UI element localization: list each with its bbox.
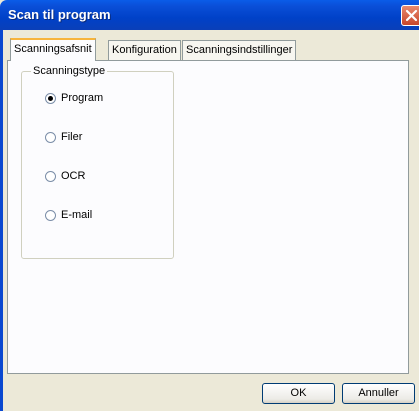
- cancel-button[interactable]: Annuller: [342, 383, 415, 404]
- tab-label: Konfiguration: [112, 44, 177, 56]
- title-bar[interactable]: Scan til program: [0, 0, 419, 30]
- scan-type-legend: Scanningstype: [31, 65, 108, 78]
- radio-unchecked-icon[interactable]: [45, 171, 56, 182]
- tab-konfiguration[interactable]: Konfiguration: [108, 40, 181, 60]
- close-icon: [405, 9, 418, 22]
- dialog-window: Scan til program Scanningsafsnit Konfigu…: [0, 0, 419, 411]
- ok-button[interactable]: OK: [262, 383, 335, 404]
- radio-label: Program: [61, 92, 104, 104]
- tab-label: Scanningsindstillinger: [186, 44, 293, 56]
- tab-scanningsafsnit[interactable]: Scanningsafsnit: [10, 38, 96, 61]
- radio-checked-icon[interactable]: [45, 93, 56, 104]
- radio-unchecked-icon[interactable]: [45, 210, 56, 221]
- radio-unchecked-icon[interactable]: [45, 132, 56, 143]
- radio-label: Filer: [61, 131, 83, 143]
- radio-label: OCR: [61, 170, 86, 182]
- tab-scanningsindstillinger[interactable]: Scanningsindstillinger: [182, 40, 297, 60]
- tab-label: Scanningsafsnit: [14, 43, 92, 55]
- close-button[interactable]: [401, 5, 419, 26]
- window-title: Scan til program: [8, 7, 111, 22]
- window-frame-left: [0, 30, 3, 411]
- radio-label: E-mail: [61, 209, 93, 221]
